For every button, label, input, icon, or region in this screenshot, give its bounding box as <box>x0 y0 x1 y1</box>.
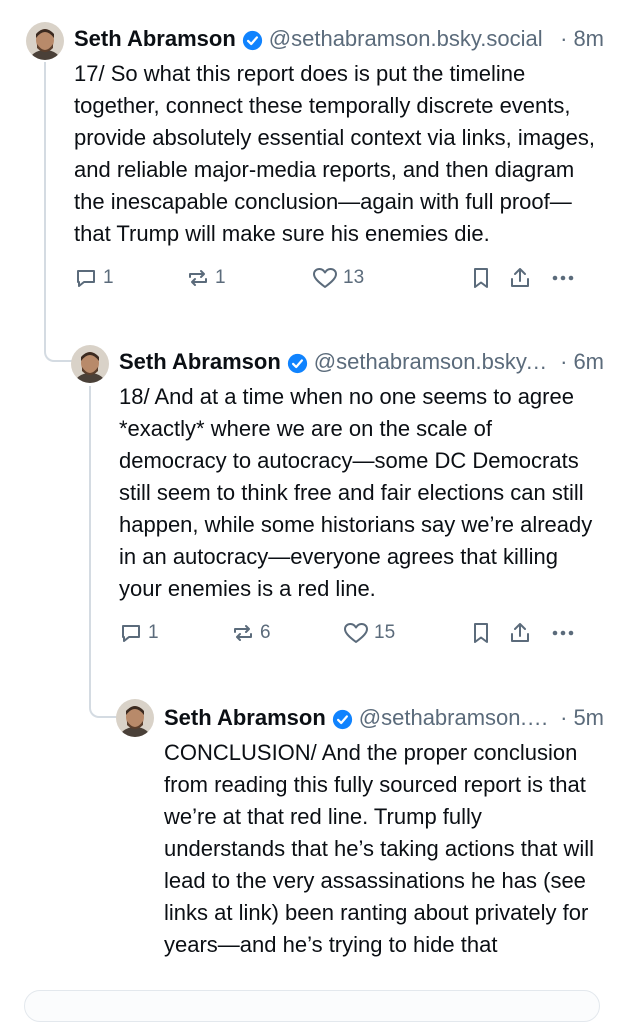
thread-line <box>44 62 46 352</box>
author-name[interactable]: Seth Abramson <box>119 347 281 377</box>
separator: · <box>560 705 568 730</box>
reply-button[interactable]: 1 <box>74 266 186 290</box>
more-icon <box>550 266 576 290</box>
post-text: CONCLUSION/ And the proper conclusion fr… <box>164 740 595 957</box>
post-text: 18/ And at a time when no one seems to a… <box>119 384 593 601</box>
more-button[interactable] <box>550 621 580 645</box>
bottom-bar <box>24 990 600 1022</box>
post-text: 17/ So what this report does is put the … <box>74 61 595 246</box>
repost-icon <box>186 266 210 290</box>
post-header: Seth Abramson @sethabramson.bsky.social … <box>164 703 604 733</box>
share-button[interactable] <box>508 621 550 645</box>
repost-button[interactable]: 6 <box>231 621 343 645</box>
share-icon <box>508 621 532 645</box>
author-handle[interactable]: @sethabramson.bsky.social <box>359 703 550 733</box>
verified-icon <box>332 708 353 729</box>
bookmark-button[interactable] <box>470 621 508 645</box>
timestamp[interactable]: 8m <box>573 24 604 54</box>
post[interactable]: Seth Abramson @sethabramson.bsky.social … <box>119 347 604 649</box>
timestamp[interactable]: 5m <box>573 703 604 733</box>
author-handle[interactable]: @sethabramson.bsky.social <box>269 24 550 54</box>
thread-elbow <box>44 346 72 362</box>
share-icon <box>508 266 532 290</box>
timestamp[interactable]: 6m <box>573 347 604 377</box>
verified-icon <box>242 29 263 50</box>
repost-icon <box>231 621 255 645</box>
reply-icon <box>74 266 98 290</box>
avatar[interactable] <box>116 699 154 737</box>
post-actions: 1 1 13 <box>74 262 604 294</box>
like-count: 13 <box>343 267 365 288</box>
more-button[interactable] <box>550 266 580 290</box>
repost-count: 6 <box>260 622 271 643</box>
repost-count: 1 <box>215 267 226 288</box>
more-icon <box>550 621 576 645</box>
post[interactable]: Seth Abramson @sethabramson.bsky.social … <box>74 24 604 294</box>
reply-count: 1 <box>148 622 159 643</box>
like-button[interactable]: 13 <box>312 266 470 290</box>
author-handle[interactable]: @sethabramson.bsky.social <box>314 347 550 377</box>
post-header: Seth Abramson @sethabramson.bsky.social … <box>119 347 604 377</box>
like-button[interactable]: 15 <box>343 621 470 645</box>
thread-line <box>89 386 91 706</box>
share-button[interactable] <box>508 266 550 290</box>
reply-icon <box>119 621 143 645</box>
post-header: Seth Abramson @sethabramson.bsky.social … <box>74 24 604 54</box>
bookmark-button[interactable] <box>470 266 508 290</box>
post-actions: 1 6 15 <box>119 617 604 649</box>
avatar[interactable] <box>71 345 109 383</box>
like-count: 15 <box>374 622 396 643</box>
separator: · <box>560 26 568 51</box>
bookmark-icon <box>470 621 492 645</box>
post[interactable]: Seth Abramson @sethabramson.bsky.social … <box>164 703 604 961</box>
author-name[interactable]: Seth Abramson <box>164 703 326 733</box>
verified-icon <box>287 352 308 373</box>
repost-button[interactable]: 1 <box>186 266 312 290</box>
like-icon <box>312 266 338 290</box>
avatar[interactable] <box>26 22 64 60</box>
like-icon <box>343 621 369 645</box>
thread-elbow <box>89 702 117 718</box>
reply-button[interactable]: 1 <box>119 621 231 645</box>
reply-count: 1 <box>103 267 114 288</box>
separator: · <box>560 349 568 374</box>
author-name[interactable]: Seth Abramson <box>74 24 236 54</box>
bookmark-icon <box>470 266 492 290</box>
